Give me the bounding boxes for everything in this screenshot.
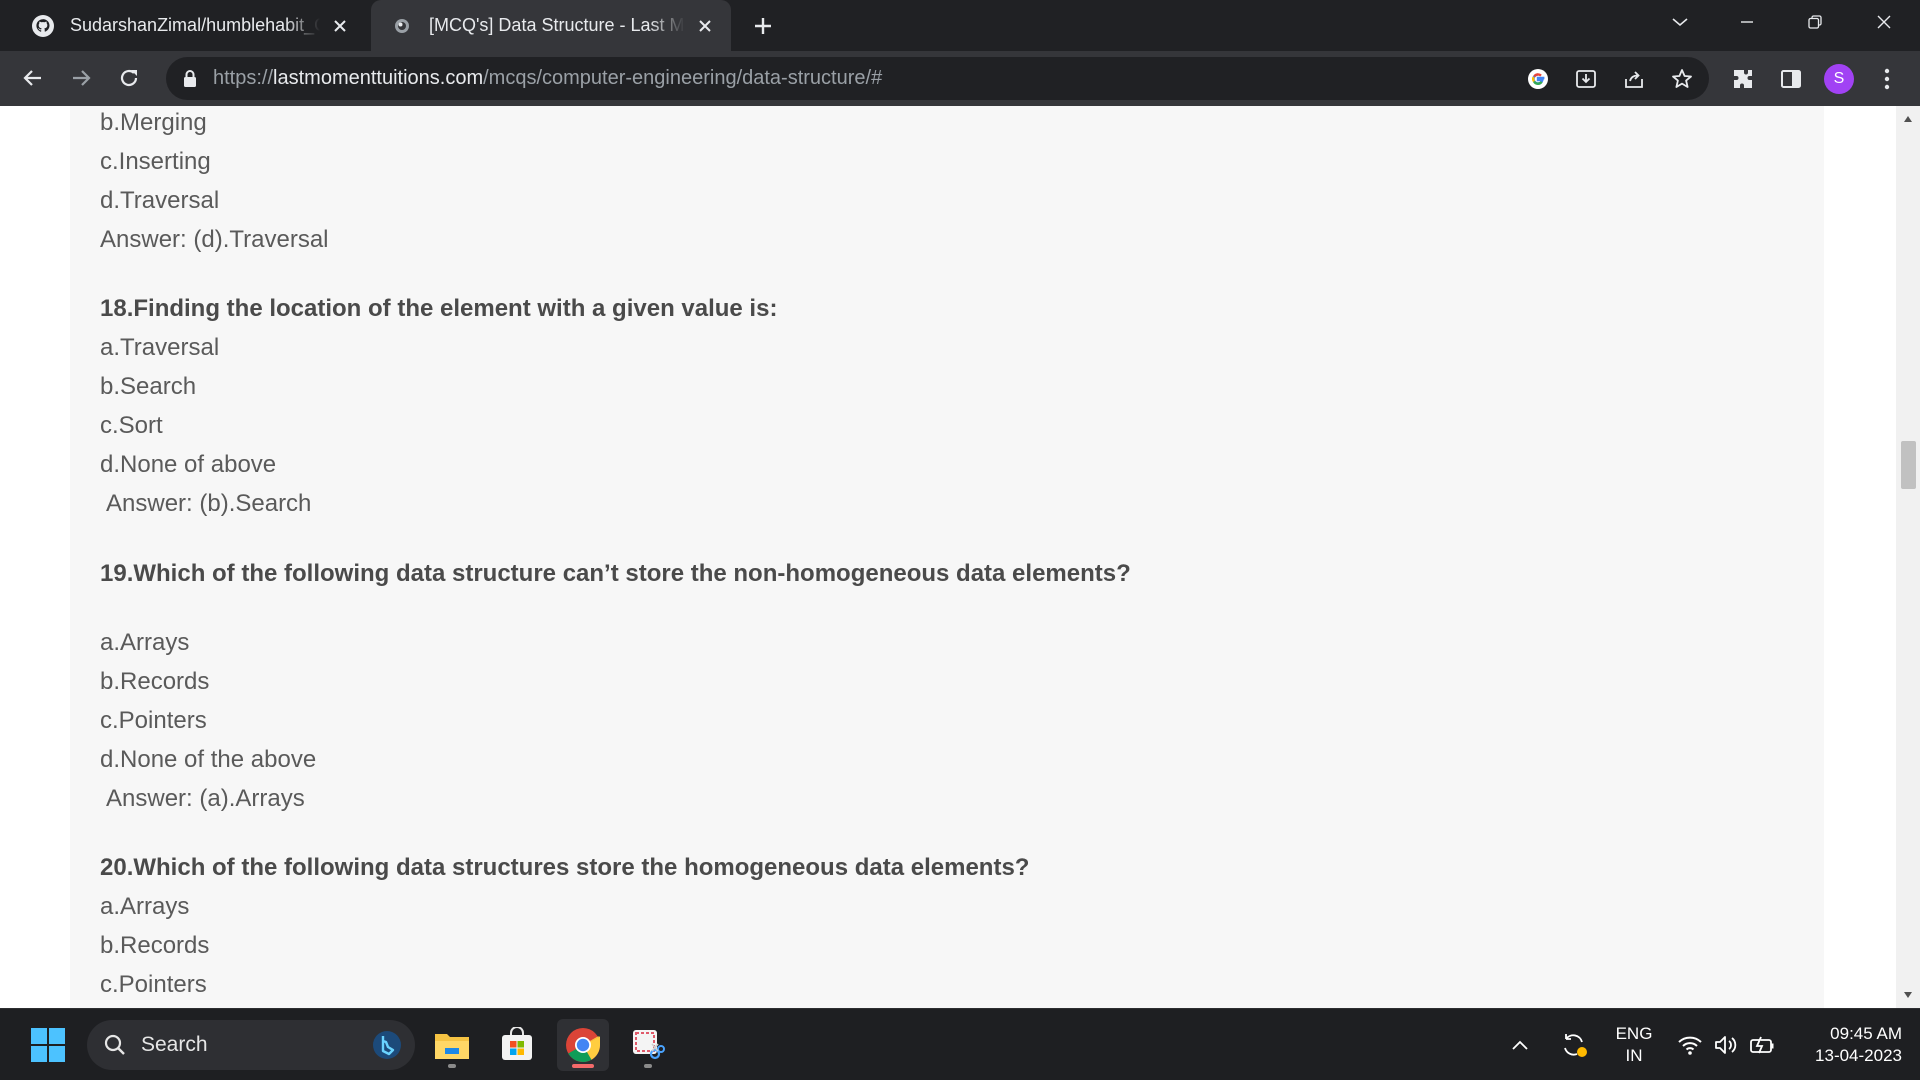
search-label: Search	[141, 1033, 208, 1056]
question-heading: 20.Which of the following data structure…	[100, 854, 1030, 881]
option-line: c.Sort	[100, 412, 163, 439]
google-lens-icon[interactable]	[1522, 63, 1554, 95]
question-heading: 18.Finding the location of the element w…	[100, 295, 778, 322]
tab-search-chevron-icon[interactable]	[1660, 6, 1700, 38]
reload-icon[interactable]	[110, 59, 148, 97]
tab-mcq[interactable]: [MCQ's] Data Structure - Last Mo	[371, 0, 731, 51]
bookmark-star-icon[interactable]	[1666, 63, 1698, 95]
scrollbar-thumb[interactable]	[1901, 441, 1916, 489]
option-line: c.Inserting	[100, 148, 211, 175]
restore-icon[interactable]	[1795, 6, 1835, 38]
show-hidden-icons-chevron-icon[interactable]	[1500, 1019, 1540, 1071]
profile-avatar[interactable]: S	[1820, 60, 1858, 98]
language-code: ENG	[1615, 1024, 1653, 1043]
lock-icon[interactable]	[182, 69, 198, 93]
taskbar-search[interactable]: Search	[87, 1020, 415, 1070]
option-line: d.None of above	[100, 451, 277, 478]
sync-update-icon[interactable]	[1550, 1019, 1598, 1071]
close-icon[interactable]	[328, 14, 352, 38]
close-icon[interactable]	[693, 14, 717, 38]
tab-title: [MCQ's] Data Structure - Last Mo	[429, 15, 685, 35]
question-heading: 19.Which of the following data structure…	[100, 560, 1131, 587]
option-line: b.Merging	[100, 109, 207, 136]
page-viewport[interactable]: b.Merging c.Inserting d.Traversal Answer…	[0, 106, 1920, 1008]
option-line: b.Records	[100, 668, 210, 695]
site-icon	[389, 13, 415, 39]
option-line: d.Traversal	[100, 187, 220, 214]
tab-strip: SudarshanZimal/humblehabit_C [MCQ's] Dat…	[0, 0, 1920, 51]
active-indicator	[572, 1064, 594, 1068]
scroll-up-arrow-icon[interactable]	[1896, 108, 1920, 130]
option-line: d.None of the above	[100, 746, 317, 773]
wifi-icon[interactable]	[1672, 1019, 1708, 1071]
url-path: /mcqs/computer-engineering/data-structur…	[483, 67, 883, 89]
share-icon[interactable]	[1618, 63, 1650, 95]
browser-toolbar: https://lastmomenttuitions.com/mcqs/comp…	[0, 51, 1920, 106]
answer-line: Answer: (d).Traversal	[100, 226, 329, 253]
running-indicator	[644, 1064, 652, 1068]
install-app-icon[interactable]	[1570, 63, 1602, 95]
folder-icon	[435, 1034, 469, 1059]
clock-time: 09:45 AM	[1830, 1024, 1902, 1043]
github-icon	[30, 13, 56, 39]
snipping-tool-icon	[633, 1030, 665, 1060]
region-code: IN	[1625, 1046, 1643, 1065]
search-icon	[104, 1034, 125, 1055]
option-line: a.Traversal	[100, 334, 220, 361]
file-explorer-button[interactable]	[426, 1019, 478, 1071]
start-button[interactable]	[22, 1019, 74, 1071]
new-tab-button[interactable]	[748, 11, 778, 41]
url-host: lastmomenttuitions.com	[273, 67, 484, 89]
answer-line: Answer: (b).Search	[106, 490, 312, 517]
minimize-icon[interactable]	[1727, 6, 1767, 38]
clock-date: 13-04-2023	[1815, 1046, 1902, 1065]
url-text[interactable]: https://lastmomenttuitions.com/mcqs/comp…	[213, 57, 882, 100]
windows-logo-icon	[31, 1028, 65, 1062]
article-content: b.Merging c.Inserting d.Traversal Answer…	[70, 106, 1824, 1008]
option-line: a.Arrays	[100, 629, 190, 656]
url-scheme: https://	[213, 67, 274, 89]
option-line: b.Search	[100, 373, 197, 400]
address-bar[interactable]: https://lastmomenttuitions.com/mcqs/comp…	[166, 57, 1709, 100]
forward-arrow-icon[interactable]	[62, 59, 100, 97]
bing-icon[interactable]	[371, 1029, 403, 1061]
tab-title: SudarshanZimal/humblehabit_C	[70, 15, 320, 35]
tab-github[interactable]: SudarshanZimal/humblehabit_C	[14, 0, 366, 51]
menu-kebab-icon[interactable]	[1868, 60, 1906, 98]
clock[interactable]: 09:45 AM 13-04-2023	[1790, 1023, 1902, 1067]
store-icon	[502, 1027, 532, 1060]
avatar: S	[1824, 64, 1854, 94]
snipping-tool-button[interactable]	[622, 1019, 674, 1071]
language-indicator[interactable]: ENG IN	[1614, 1023, 1654, 1067]
answer-line: Answer: (a).Arrays	[106, 785, 305, 812]
chrome-icon	[566, 1028, 600, 1062]
close-window-icon[interactable]	[1864, 6, 1904, 38]
windows-taskbar: Search ENG IN 09:45 AM 13-04-2023	[0, 1008, 1920, 1080]
running-indicator	[448, 1064, 456, 1068]
side-panel-icon[interactable]	[1772, 60, 1810, 98]
back-arrow-icon[interactable]	[14, 59, 52, 97]
option-line: a.Arrays	[100, 893, 190, 920]
vertical-scrollbar[interactable]	[1896, 106, 1920, 1008]
battery-icon[interactable]	[1744, 1019, 1780, 1071]
scroll-down-arrow-icon[interactable]	[1896, 984, 1920, 1006]
extensions-icon[interactable]	[1724, 60, 1762, 98]
microsoft-store-button[interactable]	[491, 1019, 543, 1071]
chrome-button[interactable]	[557, 1019, 609, 1071]
option-line: b.Records	[100, 932, 210, 959]
option-line: c.Pointers	[100, 707, 207, 734]
option-line: c.Pointers	[100, 971, 207, 998]
volume-icon[interactable]	[1708, 1019, 1744, 1071]
